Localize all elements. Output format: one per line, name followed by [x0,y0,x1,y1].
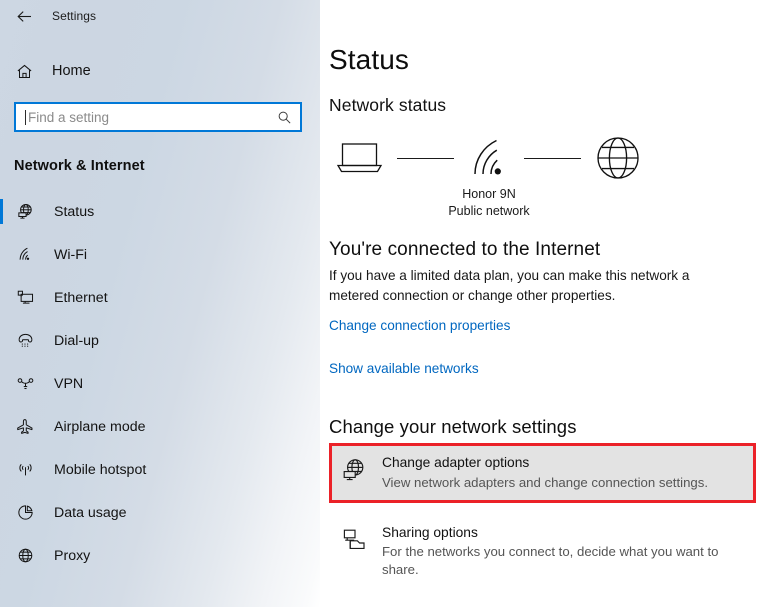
sidebar-item-label: Ethernet [54,289,108,306]
sidebar-home-label: Home [52,63,91,79]
vpn-icon [14,373,36,395]
sidebar-section-heading: Network & Internet [14,158,145,174]
sidebar-item-label: Proxy [54,547,91,564]
search-box[interactable] [14,102,302,132]
option-description: View network adapters and change connect… [382,475,708,491]
sharing-icon [341,527,367,553]
sidebar-item-status[interactable]: Status [0,190,320,233]
window-title: Settings [52,9,97,23]
search-icon[interactable] [276,109,292,125]
sidebar-item-label: Status [54,203,95,220]
globe-icon [14,545,36,567]
option-change-adapter-options[interactable]: Change adapter options View network adap… [329,443,756,503]
globe-icon [587,135,649,181]
airplane-icon [14,416,36,438]
option-title: Change adapter options [382,455,530,471]
network-type: Public network [448,203,530,218]
network-diagram: Honor 9N Public network [329,132,649,220]
sidebar-item-proxy[interactable]: Proxy [0,534,320,577]
sidebar-item-home[interactable]: Home [0,56,320,86]
main-content: Status Network status Honor 9N Public ne… [320,0,778,607]
back-arrow-icon[interactable] [10,3,38,29]
settings-window: Settings Home Network & Inter [0,0,778,607]
option-title: Sharing options [382,524,478,540]
sidebar-item-mobile-hotspot[interactable]: Mobile hotspot [0,448,320,491]
hotspot-icon [14,459,36,481]
change-network-settings-heading: Change your network settings [329,416,577,438]
network-name: Honor 9N [462,187,516,201]
globe-monitor-icon [341,457,367,483]
sidebar-item-airplane-mode[interactable]: Airplane mode [0,405,320,448]
link-change-connection-properties[interactable]: Change connection properties [329,318,510,333]
option-sharing-options[interactable]: Sharing options For the networks you con… [329,513,756,590]
title-bar: Settings [0,0,320,32]
option-description: For the networks you connect to, decide … [382,544,719,578]
sidebar-item-label: Wi-Fi [54,246,88,263]
sidebar-item-label: Mobile hotspot [54,461,147,478]
laptop-icon [329,141,391,175]
sidebar-item-wifi[interactable]: Wi-Fi [0,233,320,276]
sidebar-item-ethernet[interactable]: Ethernet [0,276,320,319]
page-title: Status [329,44,409,75]
ethernet-icon [14,287,36,309]
pie-chart-icon [14,502,36,524]
dialup-phone-icon [14,330,36,352]
network-status-heading: Network status [329,95,447,115]
link-show-available-networks[interactable]: Show available networks [329,361,479,376]
connection-status-title: You're connected to the Internet [329,239,601,260]
wifi-signal-icon [460,138,518,178]
connection-line-right [524,157,581,159]
sidebar-item-label: VPN [54,375,84,392]
sidebar-item-dialup[interactable]: Dial-up [0,319,320,362]
sidebar: Settings Home Network & Inter [0,0,320,607]
sidebar-item-vpn[interactable]: VPN [0,362,320,405]
sidebar-item-data-usage[interactable]: Data usage [0,491,320,534]
sidebar-item-label: Dial-up [54,332,99,349]
search-input[interactable] [26,104,276,130]
globe-monitor-icon [14,201,36,223]
sidebar-item-label: Data usage [54,504,127,521]
home-icon [14,61,34,81]
sidebar-nav-list: Status Wi-Fi Ethernet Dial-up VPN Airpla… [0,190,320,577]
connection-line-left [397,157,454,159]
network-caption: Honor 9N Public network [389,186,589,219]
connection-status-description: If you have a limited data plan, you can… [329,268,690,303]
wifi-icon [14,244,36,266]
sidebar-item-label: Airplane mode [54,418,146,435]
